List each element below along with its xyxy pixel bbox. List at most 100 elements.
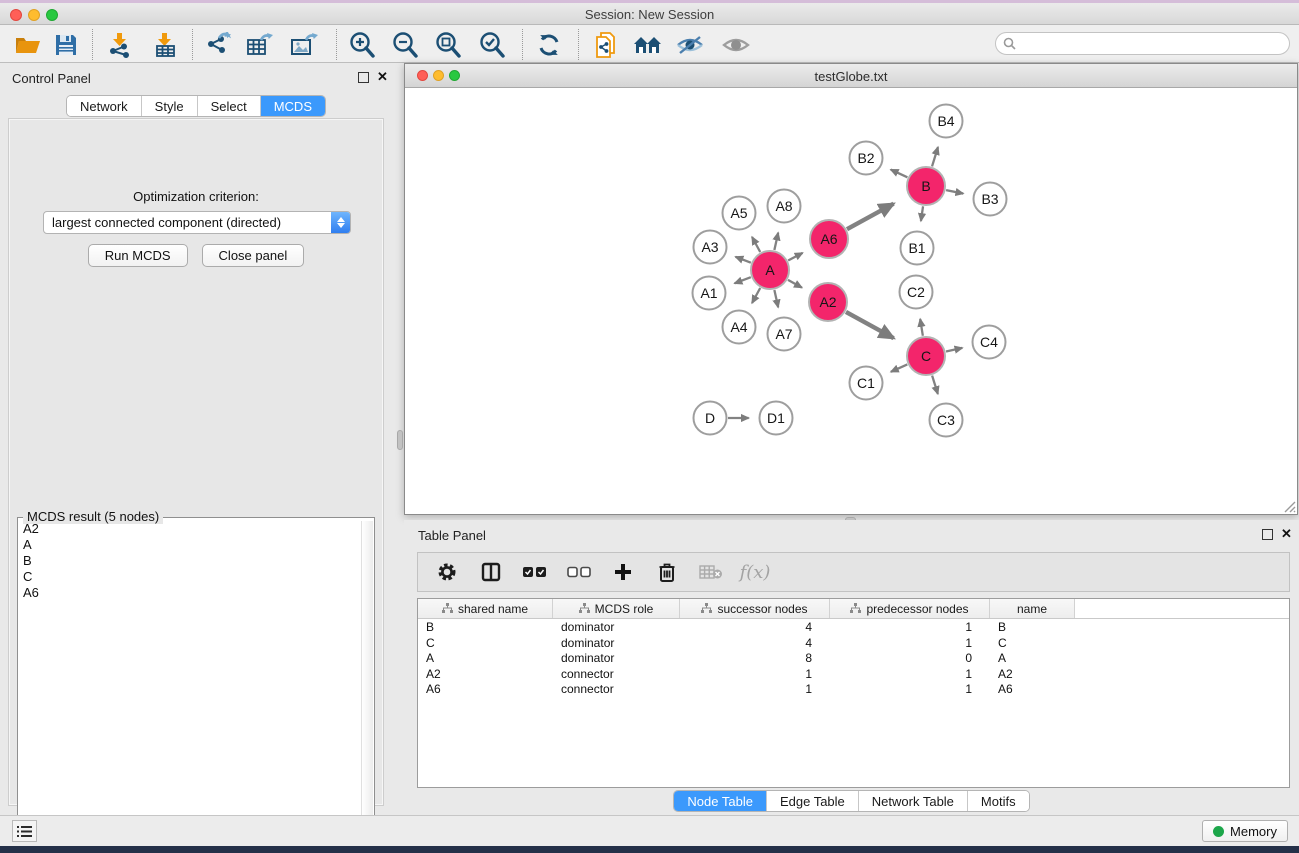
tab-node-table[interactable]: Node Table [674, 791, 767, 811]
refresh-layout-icon[interactable] [532, 30, 566, 60]
table-cell[interactable]: 0 [830, 650, 990, 666]
close-panel-icon[interactable]: ✕ [1281, 526, 1292, 542]
node-A4[interactable]: A4 [723, 311, 756, 344]
node-A7[interactable]: A7 [768, 318, 801, 351]
table-row[interactable]: Adominator80A [418, 650, 1289, 666]
tab-edge-table[interactable]: Edge Table [767, 791, 859, 811]
table-cell[interactable]: dominator [553, 650, 680, 666]
table-cell[interactable]: 1 [830, 635, 990, 651]
delete-table-icon[interactable] [696, 558, 726, 586]
task-history-button[interactable] [12, 820, 37, 842]
table-cell[interactable]: 1 [830, 666, 990, 682]
export-image-icon[interactable] [287, 30, 321, 60]
table-cell[interactable]: A [990, 650, 1075, 666]
edge-C-C4[interactable] [946, 348, 962, 352]
node-A[interactable]: A [751, 251, 789, 289]
search-field[interactable] [995, 32, 1290, 55]
table-cell[interactable]: connector [553, 666, 680, 682]
tab-mcds[interactable]: MCDS [261, 96, 325, 116]
zoom-selected-icon[interactable] [475, 30, 509, 60]
table-cell[interactable]: 8 [680, 650, 830, 666]
node-C[interactable]: C [907, 337, 945, 375]
table-cell[interactable]: A2 [990, 666, 1075, 682]
node-D1[interactable]: D1 [760, 402, 793, 435]
close-panel-button[interactable]: Close panel [202, 244, 305, 267]
node-A6[interactable]: A6 [810, 220, 848, 258]
hide-panels-icon[interactable] [673, 30, 707, 60]
node-C4[interactable]: C4 [973, 326, 1006, 359]
table-settings-icon[interactable] [432, 558, 462, 586]
table-cell[interactable]: B [990, 619, 1075, 635]
table-cell[interactable]: dominator [553, 619, 680, 635]
network-canvas[interactable]: B4B2BB3A8A5A6A3B1AA1C2A2A4A7C4CC1C3DD1 [405, 88, 1297, 514]
node-B3[interactable]: B3 [974, 183, 1007, 216]
edge-A-A3[interactable] [736, 257, 751, 263]
mcds-result-item[interactable]: A2 [19, 521, 361, 537]
add-column-icon[interactable] [608, 558, 638, 586]
edge-A-A5[interactable] [752, 237, 760, 252]
mcds-result-item[interactable]: C [19, 569, 361, 585]
edge-B-B1[interactable] [921, 206, 923, 221]
node-D[interactable]: D [694, 402, 727, 435]
column-header-shared-name[interactable]: shared name [418, 599, 553, 618]
node-B1[interactable]: B1 [901, 232, 934, 265]
edge-A2-C[interactable] [846, 312, 894, 338]
tab-network-table[interactable]: Network Table [859, 791, 968, 811]
edge-A6-B[interactable] [847, 204, 894, 229]
edge-A-A2[interactable] [788, 280, 802, 288]
zoom-out-icon[interactable] [388, 30, 422, 60]
column-header-successor-nodes[interactable]: successor nodes [680, 599, 830, 618]
mcds-result-item[interactable]: B [19, 553, 361, 569]
deselect-all-checkbox-icon[interactable] [564, 558, 594, 586]
node-C3[interactable]: C3 [930, 404, 963, 437]
float-panel-icon[interactable] [1262, 529, 1273, 540]
table-row[interactable]: A2connector11A2 [418, 666, 1289, 682]
node-B2[interactable]: B2 [850, 142, 883, 175]
function-builder-icon[interactable]: f(x) [740, 558, 770, 586]
mcds-result-item[interactable]: A6 [19, 585, 361, 601]
edge-A-A7[interactable] [774, 290, 778, 307]
edge-C-C2[interactable] [920, 319, 923, 336]
memory-button[interactable]: Memory [1202, 820, 1288, 842]
table-row[interactable]: Bdominator41B [418, 619, 1289, 635]
show-panels-icon[interactable] [719, 30, 753, 60]
node-B4[interactable]: B4 [930, 105, 963, 138]
duplicate-network-icon[interactable] [589, 30, 623, 60]
network-window-titlebar[interactable]: testGlobe.txt [405, 64, 1297, 88]
select-all-checkbox-icon[interactable] [520, 558, 550, 586]
export-network-icon[interactable] [201, 30, 235, 60]
node-A3[interactable]: A3 [694, 231, 727, 264]
node-A1[interactable]: A1 [693, 277, 726, 310]
desktop-vertical-scrollbar-thumb[interactable] [397, 430, 403, 450]
float-panel-icon[interactable] [358, 72, 369, 83]
edge-B-B3[interactable] [946, 190, 963, 193]
open-session-icon[interactable] [11, 30, 45, 60]
home-icon[interactable] [631, 30, 665, 60]
column-header-predecessor-nodes[interactable]: predecessor nodes [830, 599, 990, 618]
run-mcds-button[interactable]: Run MCDS [88, 244, 188, 267]
save-session-icon[interactable] [49, 30, 83, 60]
table-cell[interactable]: A6 [990, 681, 1075, 697]
edge-B-B2[interactable] [891, 170, 908, 178]
tab-motifs[interactable]: Motifs [968, 791, 1029, 811]
table-cell[interactable]: A2 [418, 666, 553, 682]
import-network-icon[interactable] [103, 30, 137, 60]
split-view-icon[interactable] [476, 558, 506, 586]
import-table-icon[interactable] [148, 30, 182, 60]
column-header-name[interactable]: name [990, 599, 1075, 618]
table-cell[interactable]: C [990, 635, 1075, 651]
table-cell[interactable]: connector [553, 681, 680, 697]
table-cell[interactable]: 4 [680, 635, 830, 651]
delete-column-icon[interactable] [652, 558, 682, 586]
table-cell[interactable]: B [418, 619, 553, 635]
table-cell[interactable]: 1 [830, 619, 990, 635]
node-C2[interactable]: C2 [900, 276, 933, 309]
criterion-dropdown[interactable]: largest connected component (directed) [43, 211, 351, 234]
node-C1[interactable]: C1 [850, 367, 883, 400]
tab-network[interactable]: Network [67, 96, 142, 116]
table-cell[interactable]: 1 [830, 681, 990, 697]
table-cell[interactable]: 1 [680, 666, 830, 682]
table-cell[interactable]: A [418, 650, 553, 666]
zoom-fit-icon[interactable] [431, 30, 465, 60]
edge-A-A1[interactable] [735, 277, 751, 283]
